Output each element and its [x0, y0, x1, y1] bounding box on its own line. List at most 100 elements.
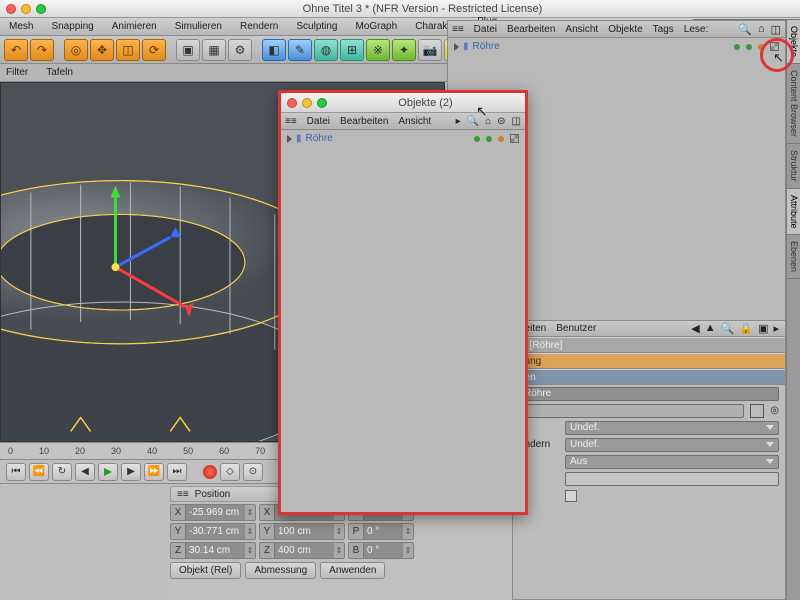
array-button[interactable]: ⊞ [340, 39, 364, 61]
back-icon[interactable]: ◀ [691, 322, 699, 335]
loop-button[interactable]: ↻ [52, 463, 72, 481]
goto-start-button[interactable]: ⏮ [6, 463, 26, 481]
tab-ebenen[interactable]: Ebenen [787, 235, 800, 279]
search-icon[interactable]: 🔍 [467, 116, 479, 127]
attr-editor-vis[interactable]: Undef. [565, 421, 779, 435]
attr-checkbox[interactable] [565, 490, 577, 502]
tab-attribute[interactable]: Attribute [787, 189, 800, 236]
cube-button[interactable]: ◧ [262, 39, 286, 61]
spline-button[interactable]: ✎ [288, 39, 312, 61]
next-key-button[interactable]: ⏩ [144, 463, 164, 481]
redo-button[interactable]: ↷ [30, 39, 54, 61]
tex-tag-icon[interactable] [510, 134, 519, 143]
zoom-icon[interactable] [317, 98, 327, 108]
picker-icon[interactable]: ◎ [770, 405, 779, 416]
coord-mode-button[interactable]: Objekt (Rel) [170, 562, 241, 579]
tab-content-browser[interactable]: Content Browser [787, 64, 800, 144]
om-menu-lese[interactable]: Lese: [684, 24, 708, 35]
expand-icon[interactable] [454, 43, 459, 51]
om-menu-objekte[interactable]: Objekte [608, 24, 642, 35]
move-button[interactable]: ✥ [90, 39, 114, 61]
om-menu-ansicht[interactable]: Ansicht [565, 24, 598, 35]
attr-extra-field[interactable] [565, 472, 779, 486]
render-button[interactable]: ▣ [176, 39, 200, 61]
render-settings-button[interactable]: ⚙ [228, 39, 252, 61]
search-icon[interactable]: 🔍 [721, 322, 735, 335]
camera-button[interactable]: 📷 [418, 39, 442, 61]
prev-key-button[interactable]: ⏪ [29, 463, 49, 481]
key-opts-button[interactable]: ⊙ [243, 463, 263, 481]
om-menu-datei[interactable]: Datei [474, 24, 497, 35]
menu-rendern[interactable]: Rendern [235, 20, 283, 33]
menu-mesh[interactable]: Mesh [4, 20, 38, 33]
menu-simulieren[interactable]: Simulieren [170, 20, 227, 33]
attr-render-vis[interactable]: Undef. [565, 438, 779, 452]
tab-objekte[interactable]: Objekte [787, 20, 800, 64]
render-region-button[interactable]: ▦ [202, 39, 226, 61]
autokey-button[interactable]: ◇ [220, 463, 240, 481]
step-fwd-button[interactable]: ▶ [121, 463, 141, 481]
fw-menu-bearbeiten[interactable]: Bearbeiten [340, 116, 388, 127]
rot-p-field[interactable]: 0 ° [363, 524, 403, 539]
visibility-render-icon[interactable] [486, 136, 492, 142]
layer-swatch[interactable] [750, 404, 764, 418]
environment-button[interactable]: ✦ [392, 39, 416, 61]
attr-name-field[interactable]: Röhre [519, 387, 779, 401]
close-icon[interactable] [287, 98, 297, 108]
deformer-button[interactable]: ※ [366, 39, 390, 61]
attr-display-mode[interactable]: Aus [565, 455, 779, 469]
tab-struktur[interactable]: Struktur [787, 144, 800, 189]
minimize-icon[interactable] [302, 98, 312, 108]
arrow-icon[interactable]: ▸ [456, 116, 461, 127]
objects-floating-window[interactable]: Objekte (2) ≡≡ Datei Bearbeiten Ansicht … [278, 90, 528, 515]
fw-menu-datei[interactable]: Datei [307, 116, 330, 127]
attr-layer-field[interactable] [519, 404, 744, 418]
scale-button[interactable]: ◫ [116, 39, 140, 61]
pos-x-field[interactable]: -25.969 cm [185, 505, 245, 520]
search-icon[interactable]: 🔍 [738, 23, 752, 36]
record-button[interactable] [203, 465, 217, 479]
minimize-icon[interactable] [21, 4, 31, 14]
live-select-button[interactable]: ◎ [64, 39, 88, 61]
attr-section-basis[interactable]: nung [513, 353, 785, 369]
undo-button[interactable]: ↶ [4, 39, 28, 61]
om-item-roehre[interactable]: ▮ Röhre [448, 38, 785, 55]
om-menu-bearbeiten[interactable]: Bearbeiten [507, 24, 555, 35]
undock-icon[interactable]: ◫ [771, 23, 781, 36]
close-icon[interactable] [6, 4, 16, 14]
tag-icon[interactable] [758, 44, 764, 50]
tafeln-label[interactable]: Tafeln [46, 67, 73, 78]
menu-snapping[interactable]: Snapping [46, 20, 98, 33]
rot-b-field[interactable]: 0 ° [363, 543, 403, 558]
expand-icon[interactable] [287, 135, 292, 143]
play-button[interactable] [98, 463, 118, 481]
filter-label[interactable]: Filter [6, 67, 28, 78]
fw-item-roehre[interactable]: ▮ Röhre [281, 130, 525, 147]
size-z-field[interactable]: 400 cm [274, 543, 334, 558]
nurbs-button[interactable]: ◍ [314, 39, 338, 61]
om-menu-tags[interactable]: Tags [653, 24, 674, 35]
step-back-button[interactable]: ◀ [75, 463, 95, 481]
visibility-render-icon[interactable] [746, 44, 752, 50]
home-icon[interactable]: ⌂ [758, 23, 765, 36]
menu-mograph[interactable]: MoGraph [351, 20, 403, 33]
menu-animieren[interactable]: Animieren [107, 20, 162, 33]
menu-sculpting[interactable]: Sculpting [291, 20, 342, 33]
visibility-editor-icon[interactable] [474, 136, 480, 142]
home-icon[interactable]: ⌂ [485, 116, 491, 127]
pos-y-field[interactable]: -30.771 cm [185, 524, 245, 539]
rotate-button[interactable]: ⟳ [142, 39, 166, 61]
floatwin-titlebar[interactable]: Objekte (2) [281, 93, 525, 113]
attr-section-coords[interactable]: ften [513, 369, 785, 385]
up-icon[interactable]: ▲ [705, 322, 716, 335]
tag-icon[interactable] [498, 136, 504, 142]
undock-icon[interactable]: ◫ [512, 116, 521, 127]
menu-icon[interactable]: ▸ [773, 322, 779, 335]
attr-tab-benutzer[interactable]: Benutzer [556, 323, 596, 334]
zoom-icon[interactable] [36, 4, 46, 14]
coord-apply-button[interactable]: Anwenden [320, 562, 385, 579]
lock-icon[interactable]: 🔒 [739, 322, 753, 335]
eye-icon[interactable]: ⊝ [497, 116, 505, 127]
new-icon[interactable]: ▣ [758, 322, 768, 335]
size-y-field[interactable]: 100 cm [274, 524, 334, 539]
